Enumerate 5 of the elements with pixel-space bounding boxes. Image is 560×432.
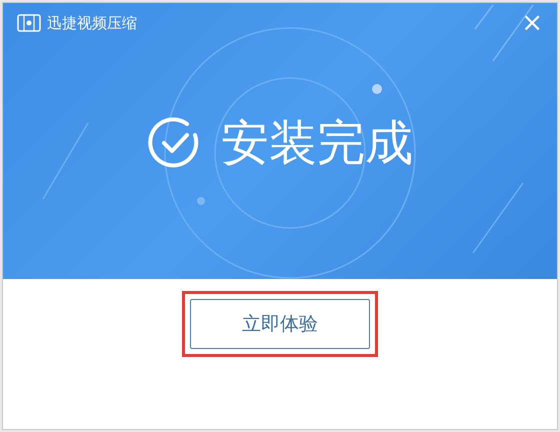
window-title: 迅捷视频压缩: [47, 12, 137, 34]
try-now-button[interactable]: 立即体验: [190, 299, 370, 349]
film-icon: [17, 14, 41, 32]
completion-message: 安装完成: [221, 119, 413, 167]
close-button[interactable]: ×: [521, 10, 543, 36]
